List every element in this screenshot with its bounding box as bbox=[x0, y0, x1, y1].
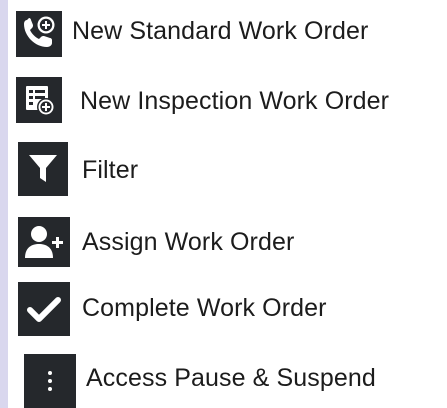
legend-item-label: Assign Work Order bbox=[82, 228, 295, 256]
legend-item-label: Access Pause & Suspend bbox=[86, 364, 376, 392]
legend-item-assign-work-order: Assign Work Order bbox=[0, 210, 447, 270]
legend-item-new-inspection-work-order: New Inspection Work Order bbox=[0, 72, 447, 132]
legend-item-new-standard-work-order: New Standard Work Order bbox=[0, 2, 447, 62]
legend-item-access-pause-suspend: Access Pause & Suspend bbox=[0, 346, 447, 408]
inspection-form-plus-icon bbox=[16, 77, 62, 123]
legend-item-label: New Standard Work Order bbox=[72, 17, 369, 45]
filter-funnel-icon bbox=[18, 142, 68, 196]
check-icon bbox=[18, 282, 70, 336]
legend-item-filter: Filter bbox=[0, 140, 447, 200]
legend-item-label: New Inspection Work Order bbox=[80, 87, 390, 115]
vertical-dots-icon bbox=[24, 354, 76, 408]
phone-plus-icon bbox=[16, 11, 62, 57]
legend-item-label: Complete Work Order bbox=[82, 294, 327, 322]
legend-item-complete-work-order: Complete Work Order bbox=[0, 278, 447, 338]
user-plus-icon bbox=[18, 217, 70, 267]
legend-item-label: Filter bbox=[82, 156, 139, 184]
